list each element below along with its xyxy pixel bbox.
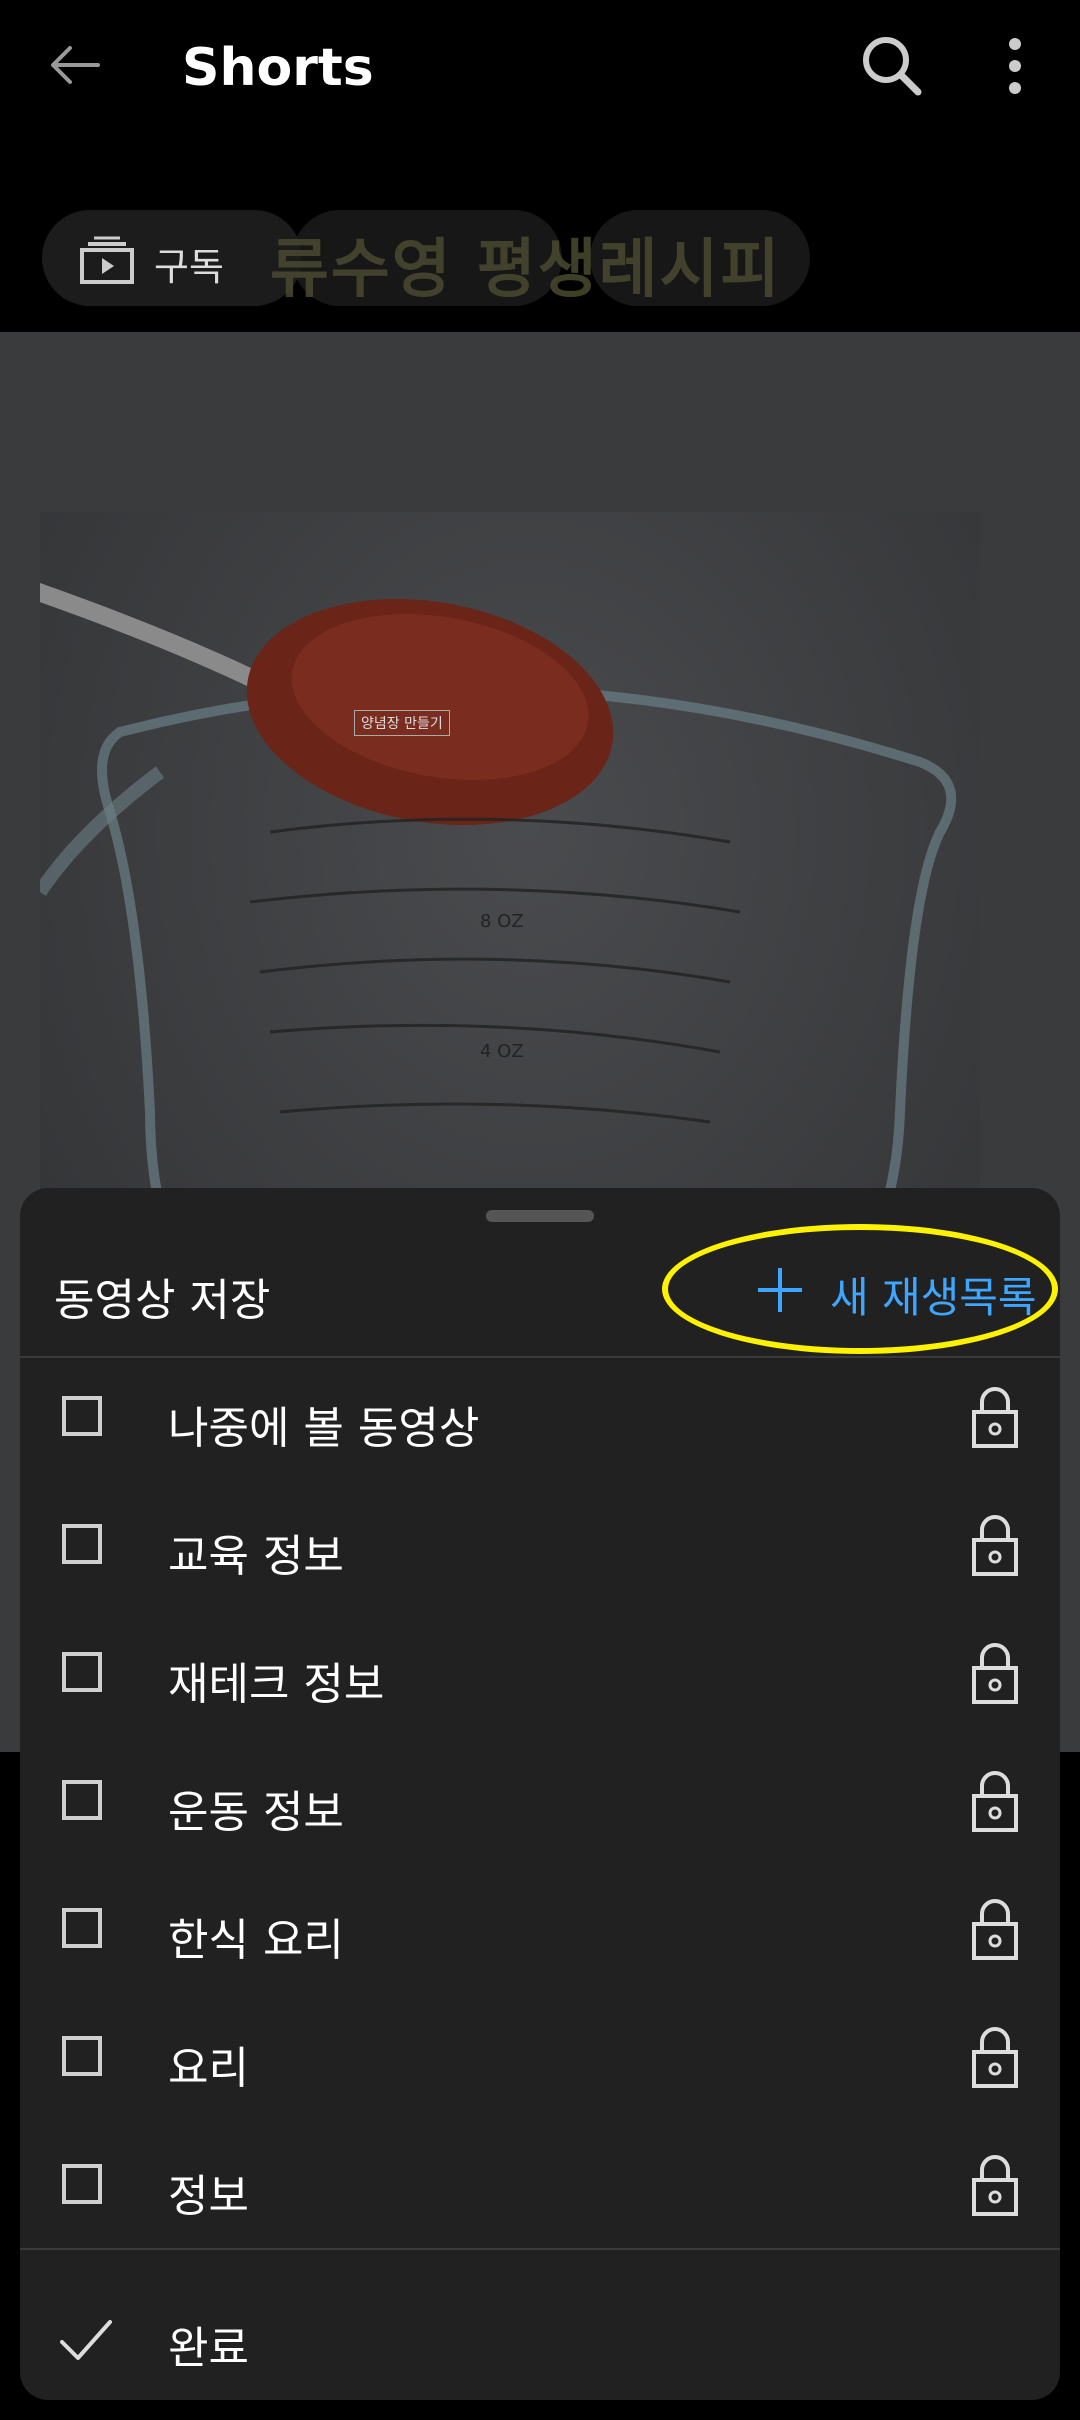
lock-icon — [972, 2155, 1018, 2216]
playlist-label: 운동 정보 — [168, 1787, 344, 1838]
playlist-label: 한식 요리 — [168, 1915, 344, 1966]
checkbox[interactable] — [62, 1524, 102, 1564]
playlist-row-korean-cooking[interactable]: 한식 요리 — [20, 1870, 1060, 1998]
subscriptions-icon — [80, 236, 134, 284]
lock-icon — [972, 1515, 1018, 1576]
lock-icon — [972, 1643, 1018, 1704]
sheet-title: 동영상 저장 — [54, 1275, 271, 1326]
playlist-label: 재테크 정보 — [168, 1659, 385, 1710]
lock-icon — [972, 1387, 1018, 1448]
divider — [20, 2248, 1060, 2250]
lock-icon — [972, 2027, 1018, 2088]
playlist-label: 나중에 볼 동영상 — [168, 1403, 480, 1454]
save-video-sheet: 동영상 저장 새 재생목록 나중에 볼 동영상 교육 정보 재테크 정보 운동 … — [20, 1188, 1060, 2400]
video-overlay-title: 류수영 평생레시피 — [270, 233, 782, 307]
svg-text:8 OZ: 8 OZ — [480, 911, 524, 932]
checkbox[interactable] — [62, 1908, 102, 1948]
video-caption-tag: 양념장 만들기 — [354, 710, 450, 736]
checkbox[interactable] — [62, 1652, 102, 1692]
app-bar: Shorts — [0, 0, 1080, 140]
playlist-label: 정보 — [168, 2171, 249, 2222]
playlist-row-info[interactable]: 정보 — [20, 2126, 1060, 2254]
more-options-icon[interactable] — [990, 30, 1040, 102]
playlist-row-exercise[interactable]: 운동 정보 — [20, 1742, 1060, 1870]
page-title: Shorts — [182, 38, 374, 98]
drag-handle[interactable] — [486, 1210, 594, 1222]
playlist-row-finance[interactable]: 재테크 정보 — [20, 1614, 1060, 1742]
search-icon[interactable] — [856, 30, 928, 102]
playlist-row-cooking[interactable]: 요리 — [20, 1998, 1060, 2126]
playlist-label: 교육 정보 — [168, 1531, 344, 1582]
svg-text:4 OZ: 4 OZ — [480, 1041, 524, 1062]
playlist-row-education[interactable]: 교육 정보 — [20, 1486, 1060, 1614]
checkbox[interactable] — [62, 1780, 102, 1820]
checkbox[interactable] — [62, 2164, 102, 2204]
done-label: 완료 — [168, 2323, 249, 2374]
playlist-label: 요리 — [168, 2043, 249, 2094]
back-arrow-icon[interactable] — [40, 30, 110, 100]
playlist-row-watch-later[interactable]: 나중에 볼 동영상 — [20, 1358, 1060, 1486]
done-button[interactable]: 완료 — [20, 2290, 1060, 2400]
check-icon — [60, 2320, 112, 2360]
subscribe-chip[interactable]: 구독 — [42, 210, 302, 306]
checkbox[interactable] — [62, 1396, 102, 1436]
lock-icon — [972, 1899, 1018, 1960]
highlight-annotation — [662, 1224, 1058, 1354]
checkbox[interactable] — [62, 2036, 102, 2076]
subscribe-label: 구독 — [154, 245, 224, 289]
video-header-bar: 구독 류수영 평생레시피 — [0, 140, 1080, 332]
lock-icon — [972, 1771, 1018, 1832]
